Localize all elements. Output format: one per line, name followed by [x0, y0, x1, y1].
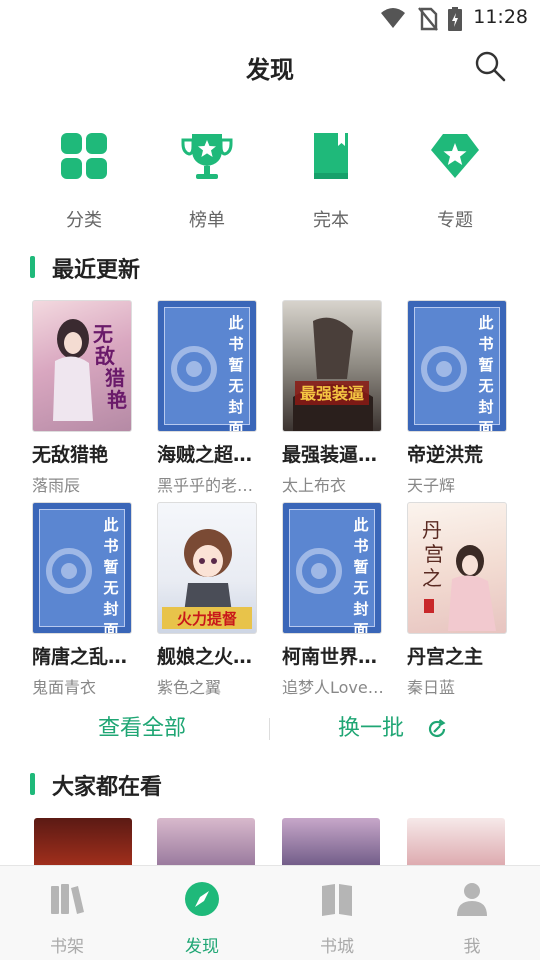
book-title: 帝逆洪荒 [407, 444, 484, 466]
no-sim-icon [418, 7, 438, 31]
book-title: 柯南世界… [282, 646, 378, 668]
tab-label: 书架 [50, 937, 84, 957]
book-author: 太上布衣 [282, 476, 347, 495]
bookshelf-icon [51, 884, 84, 914]
book-title: 无敌猎艳 [32, 444, 109, 466]
svg-text:最强装逼: 最强装逼 [300, 384, 364, 403]
cover-illustration: 无 敌 猎 艳 [53, 319, 127, 421]
book-card[interactable]: 最强装逼 最强装逼… 太上布衣 [282, 300, 382, 496]
book-title: 隋唐之乱… [32, 646, 128, 668]
category-topics[interactable]: 专题 [405, 130, 505, 232]
book-cover: 丹 宫 之 [407, 502, 507, 634]
tab-label: 发现 [185, 937, 219, 957]
cover-text: 此书暂无封面 [103, 516, 119, 634]
category-label: 完本 [313, 210, 349, 231]
book-card[interactable]: 丹 宫 之 丹宫之主 秦日蓝 [407, 502, 507, 698]
book-author: 黑乎乎的老… [157, 476, 254, 495]
tab-bookstore[interactable]: 书城 [287, 880, 387, 957]
popular-books-strip [0, 818, 540, 868]
category-shortcuts: 分类 榜单 完本 专题 [0, 130, 540, 232]
book-cover-placeholder: 此书暂无封面 [157, 300, 257, 432]
book-cover-placeholder: 此书暂无封面 [282, 502, 382, 634]
book-card[interactable]: 此书暂无封面 帝逆洪荒 天子辉 [407, 300, 507, 496]
book-author: 秦日蓝 [407, 678, 456, 697]
popular-book-cover[interactable] [34, 818, 132, 868]
star-badge-icon [431, 134, 479, 178]
section-accent-bar [30, 773, 35, 795]
svg-text:猎: 猎 [105, 366, 125, 390]
tab-label: 书城 [320, 937, 354, 957]
svg-text:无: 无 [93, 322, 113, 346]
store-book-icon [322, 884, 352, 916]
grid-icon [61, 133, 107, 179]
svg-text:丹: 丹 [422, 518, 442, 542]
status-time: 11:28 [473, 6, 528, 28]
wifi-icon [381, 8, 405, 28]
book-card[interactable]: 无 敌 猎 艳 无敌猎艳 落雨辰 [32, 300, 132, 496]
bottom-tab-bar: 书架 发现 书城 我 [0, 865, 540, 960]
page-title: 发现 [246, 56, 294, 84]
svg-text:艳: 艳 [107, 388, 127, 412]
book-author: 追梦人Love… [282, 678, 382, 697]
cover-text: 此书暂无封面 [228, 314, 244, 432]
svg-text:之: 之 [422, 566, 442, 590]
tab-me[interactable]: 我 [422, 880, 522, 957]
compass-icon [185, 882, 219, 916]
book-cover: 无 敌 猎 艳 [32, 300, 132, 432]
book-author: 天子辉 [407, 476, 456, 495]
section-title: 大家都在看 [52, 775, 163, 800]
book-title: 海贼之超… [157, 444, 253, 466]
view-all-button[interactable]: 查看全部 [98, 710, 186, 742]
category-classify[interactable]: 分类 [34, 130, 134, 232]
tab-bookshelf[interactable]: 书架 [17, 880, 117, 957]
popular-book-cover[interactable] [157, 818, 255, 868]
tab-discover[interactable]: 发现 [152, 880, 252, 957]
cover-text: 此书暂无封面 [478, 314, 494, 432]
cover-illustration: 最强装逼 [293, 317, 373, 431]
book-card[interactable]: 此书暂无封面 隋唐之乱… 鬼面青衣 [32, 502, 132, 698]
section-accent-bar [30, 256, 35, 278]
person-icon [457, 883, 487, 916]
cover-illustration: 丹 宫 之 [422, 518, 496, 631]
book-cover-placeholder: 此书暂无封面 [32, 502, 132, 634]
recent-actions: 查看全部 换一批 [0, 710, 540, 750]
book-author: 鬼面青衣 [32, 678, 97, 697]
book-author: 落雨辰 [32, 476, 81, 495]
book-author: 紫色之翼 [157, 678, 222, 697]
section-title: 最近更新 [52, 258, 141, 283]
book-title: 最强装逼… [282, 444, 378, 466]
tab-label: 我 [463, 937, 481, 957]
svg-text:宫: 宫 [424, 542, 444, 566]
category-finished[interactable]: 完本 [281, 130, 381, 232]
category-label: 专题 [437, 210, 473, 231]
book-card[interactable]: 此书暂无封面 柯南世界… 追梦人Love… [282, 502, 382, 698]
book-title: 舰娘之火… [157, 646, 253, 668]
category-label: 分类 [66, 210, 102, 231]
cover-illustration: 火力提督 [162, 529, 252, 629]
battery-charging-icon [448, 7, 462, 31]
popular-book-cover[interactable] [282, 818, 380, 868]
book-card[interactable]: 此书暂无封面 海贼之超… 黑乎乎的老… [157, 300, 257, 496]
book-cover-placeholder: 此书暂无封面 [407, 300, 507, 432]
svg-text:敌: 敌 [95, 344, 115, 368]
book-cover: 最强装逼 [282, 300, 382, 432]
book-cover: 火力提督 [157, 502, 257, 634]
cover-text: 此书暂无封面 [353, 516, 369, 634]
title-bar: 发现 [0, 36, 540, 98]
book-icon [314, 133, 348, 179]
refresh-icon[interactable] [426, 718, 448, 740]
trophy-icon [181, 134, 233, 179]
category-ranking[interactable]: 榜单 [157, 130, 257, 232]
category-label: 榜单 [189, 210, 225, 231]
popular-book-cover[interactable] [407, 818, 505, 868]
book-title: 丹宫之主 [407, 646, 484, 668]
book-card[interactable]: 火力提督 舰娘之火… 紫色之翼 [157, 502, 257, 698]
refresh-batch-button[interactable]: 换一批 [338, 710, 404, 742]
svg-text:火力提督: 火力提督 [177, 610, 237, 628]
divider [269, 718, 270, 740]
search-icon[interactable] [474, 50, 506, 82]
status-bar: 11:28 [0, 0, 540, 36]
